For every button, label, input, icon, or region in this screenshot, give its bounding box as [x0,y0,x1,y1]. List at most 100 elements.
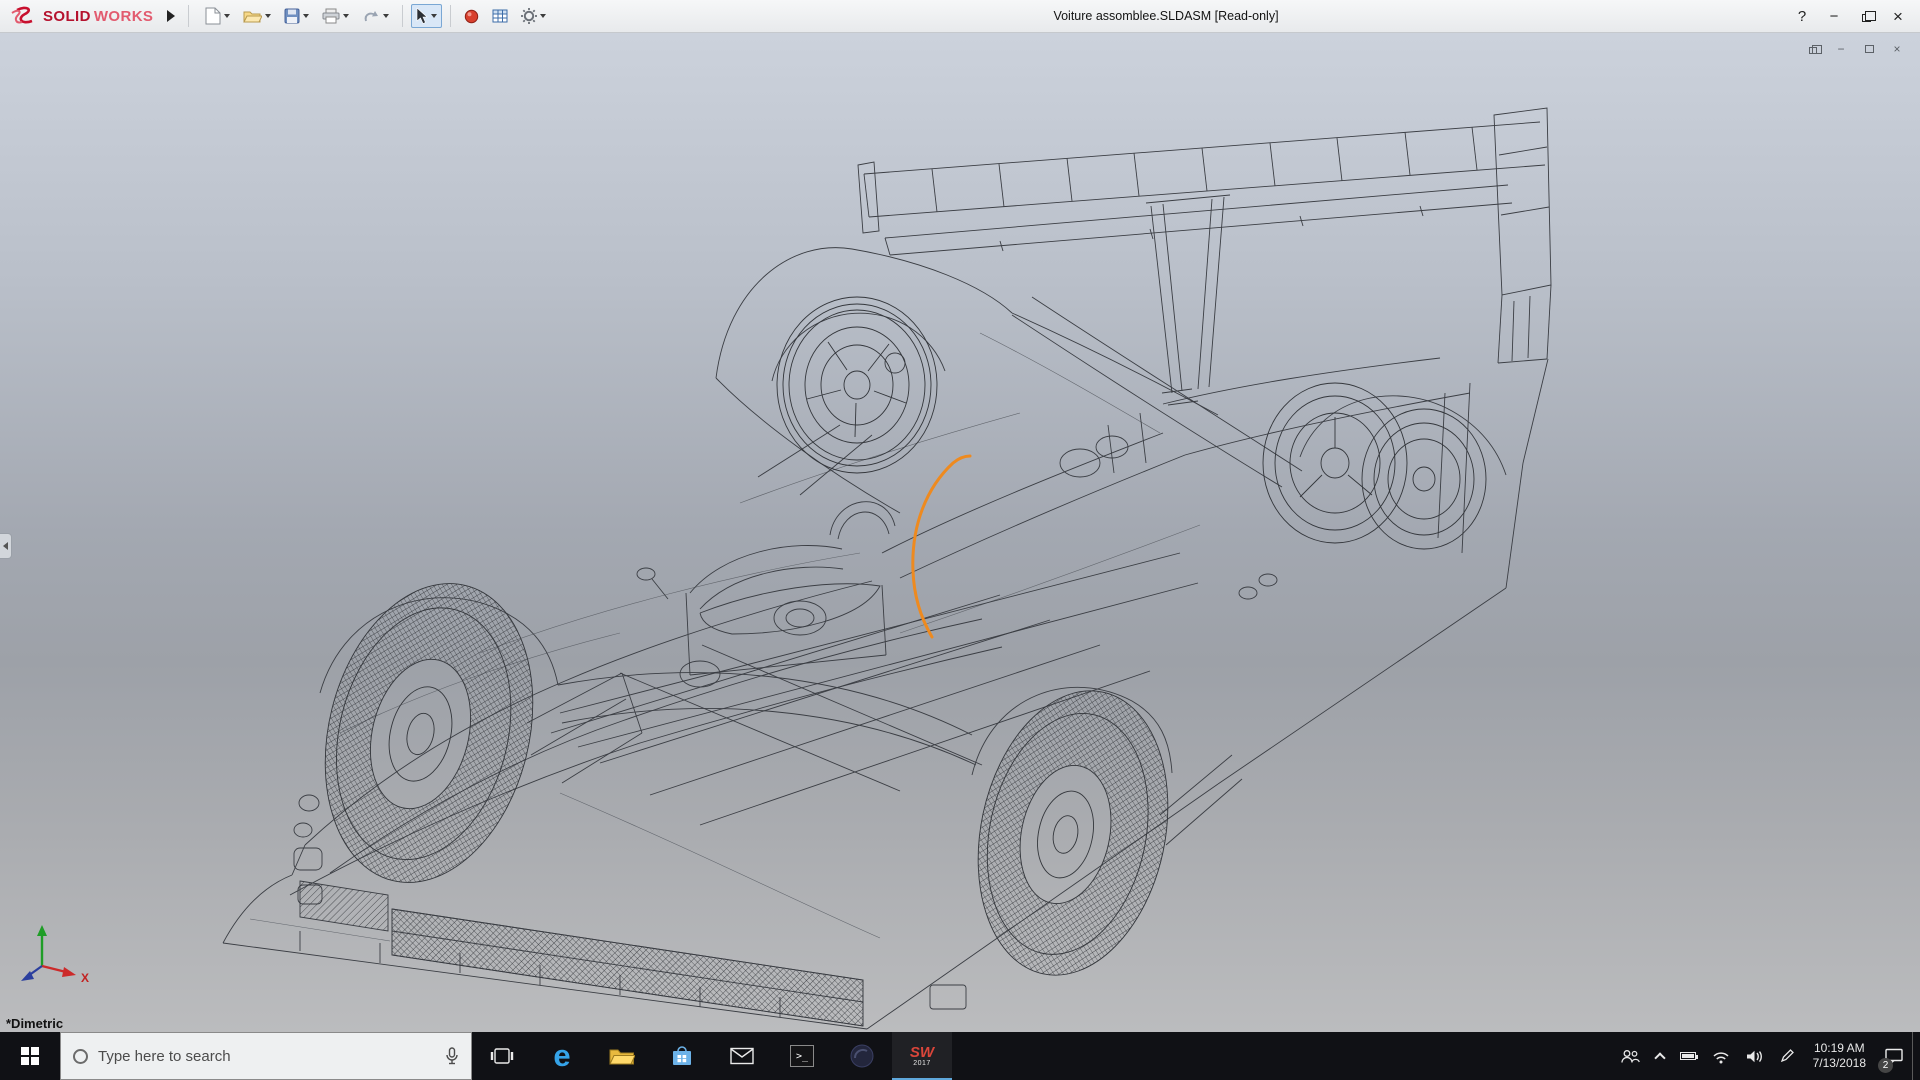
search-placeholder: Type here to search [98,1048,435,1065]
doc-minimize-button[interactable]: − [1832,41,1850,57]
taskbar-app-terminal[interactable]: >_ [772,1032,832,1080]
quick-access-toolbar [200,3,551,29]
gear-icon [521,8,537,24]
start-button[interactable] [0,1032,60,1080]
file-explorer-icon [609,1046,635,1066]
print-icon [322,8,340,24]
toolbar-separator [450,5,451,27]
solidworks-app-year: 2017 [913,1060,931,1067]
dark-app-icon [850,1044,874,1068]
toolbar-separator [188,5,189,27]
y-axis-arrow [37,925,47,936]
x-axis-arrow [62,967,76,977]
solidworks-brand: SOLIDWORKS [0,5,153,27]
window-controls: ? − × [1788,0,1912,33]
red-sphere-icon [464,9,479,24]
save-icon [284,8,300,24]
design-table-button[interactable] [487,5,513,27]
people-button[interactable] [1612,1032,1648,1080]
panel-expand-tab[interactable] [0,533,12,559]
new-document-button[interactable] [200,3,235,29]
restore-icon [1809,47,1817,54]
battery-icon [1680,1052,1696,1060]
show-desktop-button[interactable] [1912,1032,1920,1080]
open-folder-icon [243,8,262,24]
undo-icon [362,9,380,24]
dropdown-caret[interactable] [224,14,230,18]
view-orientation-label: *Dimetric [6,1016,63,1031]
battery-button[interactable] [1672,1032,1704,1080]
network-button[interactable] [1704,1032,1738,1080]
taskbar-search[interactable]: Type here to search [60,1032,472,1080]
pen-button[interactable] [1771,1032,1803,1080]
reference-triad: X [18,922,108,984]
toolbar-separator [402,5,403,27]
system-tray: 10:19 AM 7/13/2018 2 [1612,1032,1920,1080]
restore-icon [1862,14,1871,22]
dropdown-caret[interactable] [303,14,309,18]
undo-button[interactable] [357,5,394,28]
microphone-icon[interactable] [445,1047,459,1065]
task-view-icon [490,1046,514,1066]
options-button[interactable] [516,4,551,28]
print-button[interactable] [317,4,354,28]
taskbar-app-solidworks[interactable]: SW 2017 [892,1032,952,1080]
doc-maximize-button[interactable] [1860,41,1878,57]
task-view-button[interactable] [472,1032,532,1080]
wifi-icon [1712,1049,1730,1064]
maximize-icon [1865,45,1874,53]
search-icon [73,1049,88,1064]
graphics-viewport[interactable]: − × X *Dimetric [0,33,1920,1032]
taskbar-app-dark[interactable] [832,1032,892,1080]
table-icon [492,9,508,23]
edge-icon: e [553,1042,570,1070]
dropdown-caret[interactable] [265,14,271,18]
appearance-button[interactable] [459,5,484,28]
clock-date: 7/13/2018 [1813,1056,1866,1071]
store-icon [671,1045,693,1067]
select-button[interactable] [411,4,442,28]
help-button[interactable]: ? [1788,5,1816,29]
brand-text-solid: SOLID [43,8,91,25]
terminal-icon: >_ [796,1051,808,1062]
solidworks-window: SOLIDWORKS [0,0,1920,1080]
minimize-button[interactable]: − [1820,5,1848,29]
title-bar: SOLIDWORKS [0,0,1920,33]
clock-time: 10:19 AM [1814,1041,1865,1056]
taskbar-app-mail[interactable] [712,1032,772,1080]
volume-button[interactable] [1738,1032,1771,1080]
dropdown-caret[interactable] [343,14,349,18]
mail-icon [730,1047,754,1065]
restore-button[interactable] [1852,5,1880,29]
notification-badge: 2 [1878,1058,1893,1073]
window-title: Voiture assomblee.SLDASM [Read-only] [1053,9,1278,23]
solidworks-app-icon: SW [910,1046,934,1060]
document-window-controls: − × [1804,41,1906,57]
taskbar-app-file-explorer[interactable] [592,1032,652,1080]
dropdown-caret[interactable] [383,14,389,18]
select-cursor-icon [416,8,428,24]
wireframe-car-model [0,33,1920,1032]
dropdown-caret[interactable] [540,14,546,18]
dropdown-caret[interactable] [431,14,437,18]
speaker-icon [1746,1049,1763,1064]
windows-taskbar: Type here to search e [0,1032,1920,1080]
action-center-button[interactable]: 2 [1876,1032,1912,1080]
close-button[interactable]: × [1884,5,1912,29]
doc-close-button[interactable]: × [1888,41,1906,57]
solidworks-logo-icon [10,5,40,27]
brand-text-works: WORKS [94,8,154,25]
windows-logo-icon [21,1047,39,1065]
menu-expand-arrow[interactable] [167,10,175,22]
pen-icon [1779,1048,1795,1064]
taskbar-app-edge[interactable]: e [532,1032,592,1080]
people-icon [1620,1049,1640,1064]
taskbar-app-store[interactable] [652,1032,712,1080]
doc-restore-group-button[interactable] [1804,41,1822,57]
taskbar-clock[interactable]: 10:19 AM 7/13/2018 [1803,1041,1876,1071]
save-button[interactable] [279,4,314,28]
new-document-icon [205,7,221,25]
tray-overflow-button[interactable] [1648,1032,1672,1080]
open-button[interactable] [238,4,276,28]
chevron-up-icon [1654,1052,1665,1063]
